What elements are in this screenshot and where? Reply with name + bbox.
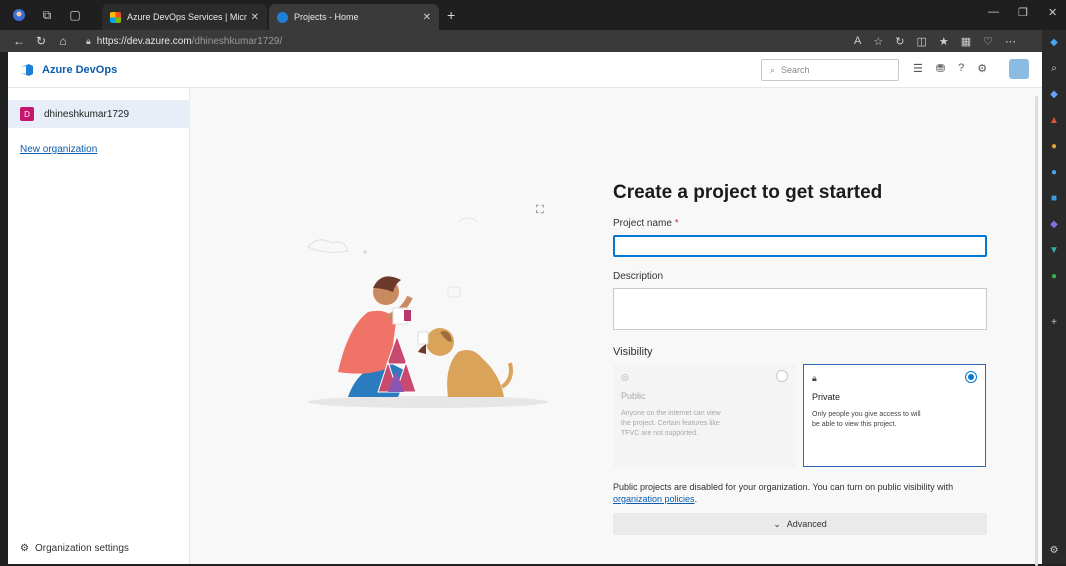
project-name-label-text: Project name xyxy=(613,218,672,229)
add-rail-icon[interactable]: + xyxy=(1042,310,1066,336)
organization-policies-link[interactable]: organization policies xyxy=(613,494,695,504)
drop-rail-icon[interactable]: ▼ xyxy=(1042,238,1066,264)
copilot-icon[interactable]: ♡ xyxy=(983,35,993,48)
home-icon[interactable]: ⌂ xyxy=(52,34,74,48)
product-name: Azure DevOps xyxy=(42,63,118,76)
new-tab-icon[interactable]: + xyxy=(447,7,455,23)
org-settings-label: Organization settings xyxy=(34,543,129,554)
visibility-options: ◎ Public Anyone on the internet can view… xyxy=(613,364,993,467)
collections-icon[interactable]: ▦ xyxy=(961,35,971,48)
tree-rail-icon[interactable]: ● xyxy=(1042,264,1066,290)
private-title: Private xyxy=(812,392,841,402)
outlook-rail-icon[interactable]: ■ xyxy=(1042,186,1066,212)
empty-state-illustration xyxy=(307,217,548,408)
public-title: Public xyxy=(621,391,646,401)
organization-settings-link[interactable]: ⚙ Organization settings xyxy=(20,543,129,554)
azure-devops-favicon-icon xyxy=(277,11,288,23)
search-placeholder: Search xyxy=(781,65,810,75)
tools-rail-icon[interactable]: ▲ xyxy=(1042,108,1066,134)
page-title: Create a project to get started xyxy=(613,182,883,203)
avatar[interactable] xyxy=(1009,59,1029,79)
search-rail-icon[interactable]: ⌕ xyxy=(1042,56,1066,82)
advanced-button[interactable]: ⌄ Advanced xyxy=(613,513,987,535)
copilot-rail-icon[interactable]: ◆ xyxy=(1042,30,1066,56)
tab-projects-home[interactable]: Projects - Home ✕ xyxy=(269,4,439,30)
azure-devops-app: Azure DevOps ⌕ Search ☰ ⛃ ? ⚙ D dhineshk… xyxy=(8,52,1042,566)
advanced-label: Advanced xyxy=(786,519,827,529)
more-icon[interactable]: ⋯ xyxy=(1005,35,1016,48)
description-label: Description xyxy=(613,271,664,282)
tab-title: Azure DevOps Services | Microso xyxy=(127,12,247,22)
tag-rail-icon[interactable]: ◆ xyxy=(1042,82,1066,108)
url-host: https://dev.azure.com xyxy=(96,35,192,47)
url-field[interactable]: 🔒︎ https://dev.azure.com /dhineshkumar17… xyxy=(86,36,854,47)
public-disabled-notice: Public projects are disabled for your or… xyxy=(613,481,993,505)
org-sidebar: D dhineshkumar1729 New organization ⚙ Or… xyxy=(8,88,190,564)
public-description: Anyone on the internet can view the proj… xyxy=(621,410,721,437)
project-name-field[interactable] xyxy=(613,235,987,257)
org-badge: D xyxy=(20,107,34,121)
refresh-extension-icon[interactable]: ↻ xyxy=(895,35,904,48)
visibility-private-card[interactable]: 🔒︎ Private Only people you give access t… xyxy=(803,364,986,467)
new-organization-link[interactable]: New organization xyxy=(20,144,97,155)
read-aloud-icon[interactable]: A xyxy=(854,35,861,48)
url-path: /dhineshkumar1729/ xyxy=(191,35,283,47)
lock-icon: 🔒︎ xyxy=(812,373,817,383)
page-scrollbar[interactable] xyxy=(1035,96,1038,566)
private-description: Only people you give access to will be a… xyxy=(812,411,921,428)
public-radio[interactable] xyxy=(776,370,788,382)
close-tab-icon[interactable]: ✕ xyxy=(251,12,259,23)
favorite-star-icon[interactable]: ☆ xyxy=(873,35,883,48)
gear-icon: ⚙ xyxy=(20,543,29,554)
azure-devops-logo[interactable]: Azure DevOps xyxy=(20,63,117,77)
workspaces-icon[interactable]: ⧉ xyxy=(38,6,56,24)
search-icon: ⌕ xyxy=(770,64,776,75)
project-name-label: Project name * xyxy=(613,218,993,229)
description-field[interactable] xyxy=(613,288,987,330)
notice-end: . xyxy=(694,494,698,504)
globe-icon: ◎ xyxy=(621,372,629,382)
tab-actions-icon[interactable]: ▢ xyxy=(66,6,84,24)
restore-icon[interactable]: ❐ xyxy=(1018,6,1028,19)
app-header: Azure DevOps ⌕ Search ☰ ⛃ ? ⚙ xyxy=(8,52,1042,88)
edge-sidebar: ◆ ⌕ ◆ ▲ ● ● ■ ◆ ▼ ● + ⚙ xyxy=(1042,30,1066,564)
refresh-icon[interactable]: ↻ xyxy=(30,34,52,48)
back-arrow-icon[interactable]: ← xyxy=(8,34,30,48)
chevron-down-icon: ⌄ xyxy=(773,518,781,529)
tab-title: Projects - Home xyxy=(294,12,359,22)
microsoft-logo-icon xyxy=(110,11,121,23)
address-bar: ← ↻ ⌂ 🔒︎ https://dev.azure.com /dhineshk… xyxy=(0,30,1066,52)
marketplace-icon[interactable]: ⛃ xyxy=(936,62,945,75)
user-settings-icon[interactable]: ⚙ xyxy=(977,62,987,75)
settings-rail-icon[interactable]: ⚙ xyxy=(1042,538,1066,564)
focus-mode-icon[interactable]: ⛶ xyxy=(536,204,544,217)
azure-devops-icon xyxy=(21,63,33,76)
search-input[interactable]: ⌕ Search xyxy=(761,59,899,81)
designer-rail-icon[interactable]: ◆ xyxy=(1042,212,1066,238)
task-list-icon[interactable]: ☰ xyxy=(913,62,923,75)
notice-text: Public projects are disabled for your or… xyxy=(613,482,954,492)
people-rail-icon[interactable]: ● xyxy=(1042,134,1066,160)
visibility-public-card[interactable]: ◎ Public Anyone on the internet can view… xyxy=(613,364,796,467)
visibility-label: Visibility xyxy=(613,346,653,358)
profile-icon[interactable] xyxy=(10,6,28,24)
close-tab-icon[interactable]: ✕ xyxy=(423,12,431,23)
required-marker: * xyxy=(674,218,679,229)
sidebar-item-organization[interactable]: D dhineshkumar1729 xyxy=(8,100,190,128)
close-window-icon[interactable]: ✕ xyxy=(1048,6,1057,19)
lock-icon: 🔒︎ xyxy=(86,35,91,46)
favorites-icon[interactable]: ★ xyxy=(939,35,949,48)
games-rail-icon[interactable]: ● xyxy=(1042,160,1066,186)
minimize-icon[interactable]: — xyxy=(988,6,999,18)
create-project-form: Create a project to get started Project … xyxy=(613,182,993,535)
browser-tab-strip: ⧉ ▢ Azure DevOps Services | Microso ✕ Pr… xyxy=(0,0,1066,30)
help-icon[interactable]: ? xyxy=(958,62,964,75)
tab-azure-devops-services[interactable]: Azure DevOps Services | Microso ✕ xyxy=(102,4,267,30)
split-screen-icon[interactable]: ◫ xyxy=(916,35,926,48)
org-name: dhineshkumar1729 xyxy=(44,108,130,120)
private-radio[interactable] xyxy=(965,371,977,383)
